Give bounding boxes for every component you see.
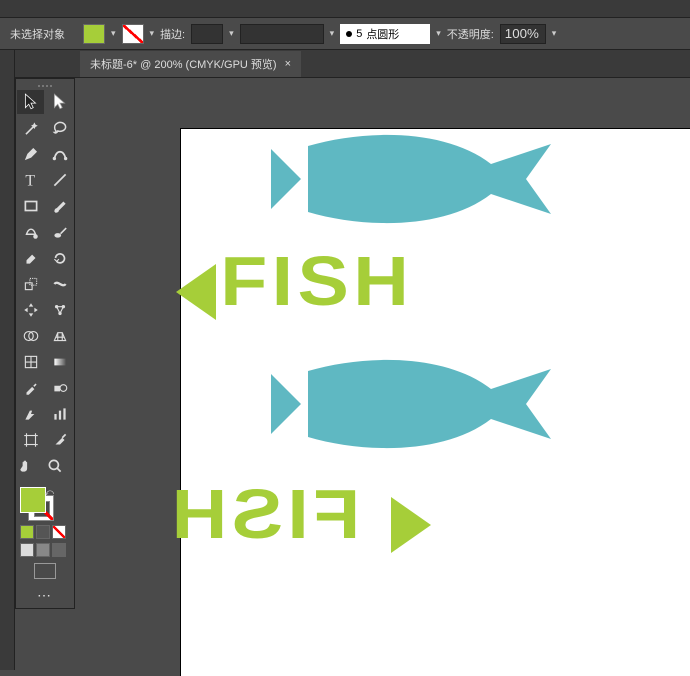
brush-shape: 点圆形 <box>366 26 399 42</box>
hand-tool[interactable] <box>17 454 35 478</box>
eraser-tool[interactable] <box>17 246 44 270</box>
paintbrush-tool[interactable] <box>46 194 73 218</box>
brush-definition-dropdown[interactable]: 5 点圆形 <box>340 24 430 44</box>
stroke-profile-dropdown[interactable] <box>240 24 324 44</box>
stroke-profile-dropdown-icon[interactable]: ▾ <box>330 28 335 39</box>
none-mode-icon[interactable] <box>52 525 66 539</box>
shaper-tool[interactable] <box>17 220 44 244</box>
document-tab-bar: 未标题-6* @ 200% (CMYK/GPU 预览) × <box>0 50 690 78</box>
artboard-tool[interactable] <box>17 428 44 452</box>
stroke-weight-dropdown-icon[interactable]: ▾ <box>229 28 234 39</box>
svg-text:T: T <box>25 173 35 189</box>
line-segment-tool[interactable] <box>46 168 73 192</box>
left-dock-rail <box>0 50 15 670</box>
color-swatch-area: ⤺ ⋯ <box>16 483 74 608</box>
artboard[interactable]: FISH FISH <box>180 128 690 676</box>
direct-selection-tool[interactable] <box>46 90 73 114</box>
scale-tool[interactable] <box>17 272 44 296</box>
magic-wand-tool[interactable] <box>17 116 44 140</box>
brush-dot-icon <box>346 31 352 37</box>
column-graph-tool[interactable] <box>46 402 73 426</box>
close-tab-icon[interactable]: × <box>285 58 291 70</box>
tools-panel: T <box>15 78 75 609</box>
selection-status: 未选择对象 <box>10 26 65 42</box>
mesh-tool[interactable] <box>17 350 44 374</box>
lasso-tool[interactable] <box>46 116 73 140</box>
rotate-tool[interactable] <box>46 246 73 270</box>
selection-tool[interactable] <box>17 90 44 114</box>
blue-fish-shape-2 <box>266 359 556 449</box>
curvature-tool[interactable] <box>46 142 73 166</box>
draw-normal-icon[interactable] <box>20 543 34 557</box>
opacity-input[interactable] <box>500 24 546 44</box>
perspective-grid-tool[interactable] <box>46 324 73 348</box>
edit-toolbar-button[interactable]: ⋯ <box>20 587 70 604</box>
stroke-dropdown-icon[interactable]: ▾ <box>150 28 155 39</box>
green-triangle-left <box>176 264 216 320</box>
stroke-weight-input[interactable] <box>191 24 223 44</box>
blend-tool[interactable] <box>46 376 73 400</box>
fill-swatch-large[interactable] <box>20 487 46 513</box>
gradient-tool[interactable] <box>46 350 73 374</box>
screen-mode-icon <box>34 563 56 579</box>
stroke-color-swatch[interactable] <box>122 24 144 44</box>
type-tool[interactable]: T <box>17 168 44 192</box>
slice-tool[interactable] <box>46 428 73 452</box>
document-tab[interactable]: 未标题-6* @ 200% (CMYK/GPU 预览) × <box>80 51 301 77</box>
brush-dropdown-icon[interactable]: ▾ <box>436 28 441 39</box>
canvas-area[interactable]: FISH FISH <box>80 78 690 676</box>
fish-text-1: FISH <box>220 241 413 321</box>
control-bar: 未选择对象 ▾ ▾ 描边: ▾ ▾ 5 点圆形 ▾ 不透明度: ▾ <box>0 18 690 50</box>
draw-behind-icon[interactable] <box>36 543 50 557</box>
color-mode-icon[interactable] <box>20 525 34 539</box>
gradient-mode-icon[interactable] <box>36 525 50 539</box>
free-transform-tool[interactable] <box>17 298 44 322</box>
symbol-sprayer-tool[interactable] <box>17 402 44 426</box>
tab-title: 未标题-6* @ 200% (CMYK/GPU 预览) <box>90 56 277 72</box>
puppet-warp-tool[interactable] <box>46 298 73 322</box>
menu-bar[interactable] <box>0 0 690 18</box>
width-tool[interactable] <box>46 272 73 296</box>
opacity-label: 不透明度: <box>447 26 494 42</box>
screen-mode-button[interactable] <box>20 563 70 579</box>
stroke-label: 描边: <box>160 26 185 42</box>
green-triangle-right <box>391 497 431 553</box>
brush-size: 5 <box>356 28 362 40</box>
fill-color-swatch[interactable] <box>83 24 105 44</box>
pen-tool[interactable] <box>17 142 44 166</box>
zoom-tool[interactable] <box>37 454 73 478</box>
blue-fish-shape-1 <box>266 134 556 224</box>
fill-dropdown-icon[interactable]: ▾ <box>111 28 116 39</box>
fish-text-2-mirrored: FISH <box>167 474 360 554</box>
swap-fill-stroke-icon[interactable]: ⤺ <box>44 487 54 498</box>
shape-builder-tool[interactable] <box>17 324 44 348</box>
eyedropper-tool[interactable] <box>17 376 44 400</box>
draw-inside-icon[interactable] <box>52 543 66 557</box>
fill-stroke-swatch[interactable]: ⤺ <box>20 487 54 521</box>
opacity-dropdown-icon[interactable]: ▾ <box>552 28 557 39</box>
rectangle-tool[interactable] <box>17 194 44 218</box>
blob-brush-tool[interactable] <box>46 220 73 244</box>
